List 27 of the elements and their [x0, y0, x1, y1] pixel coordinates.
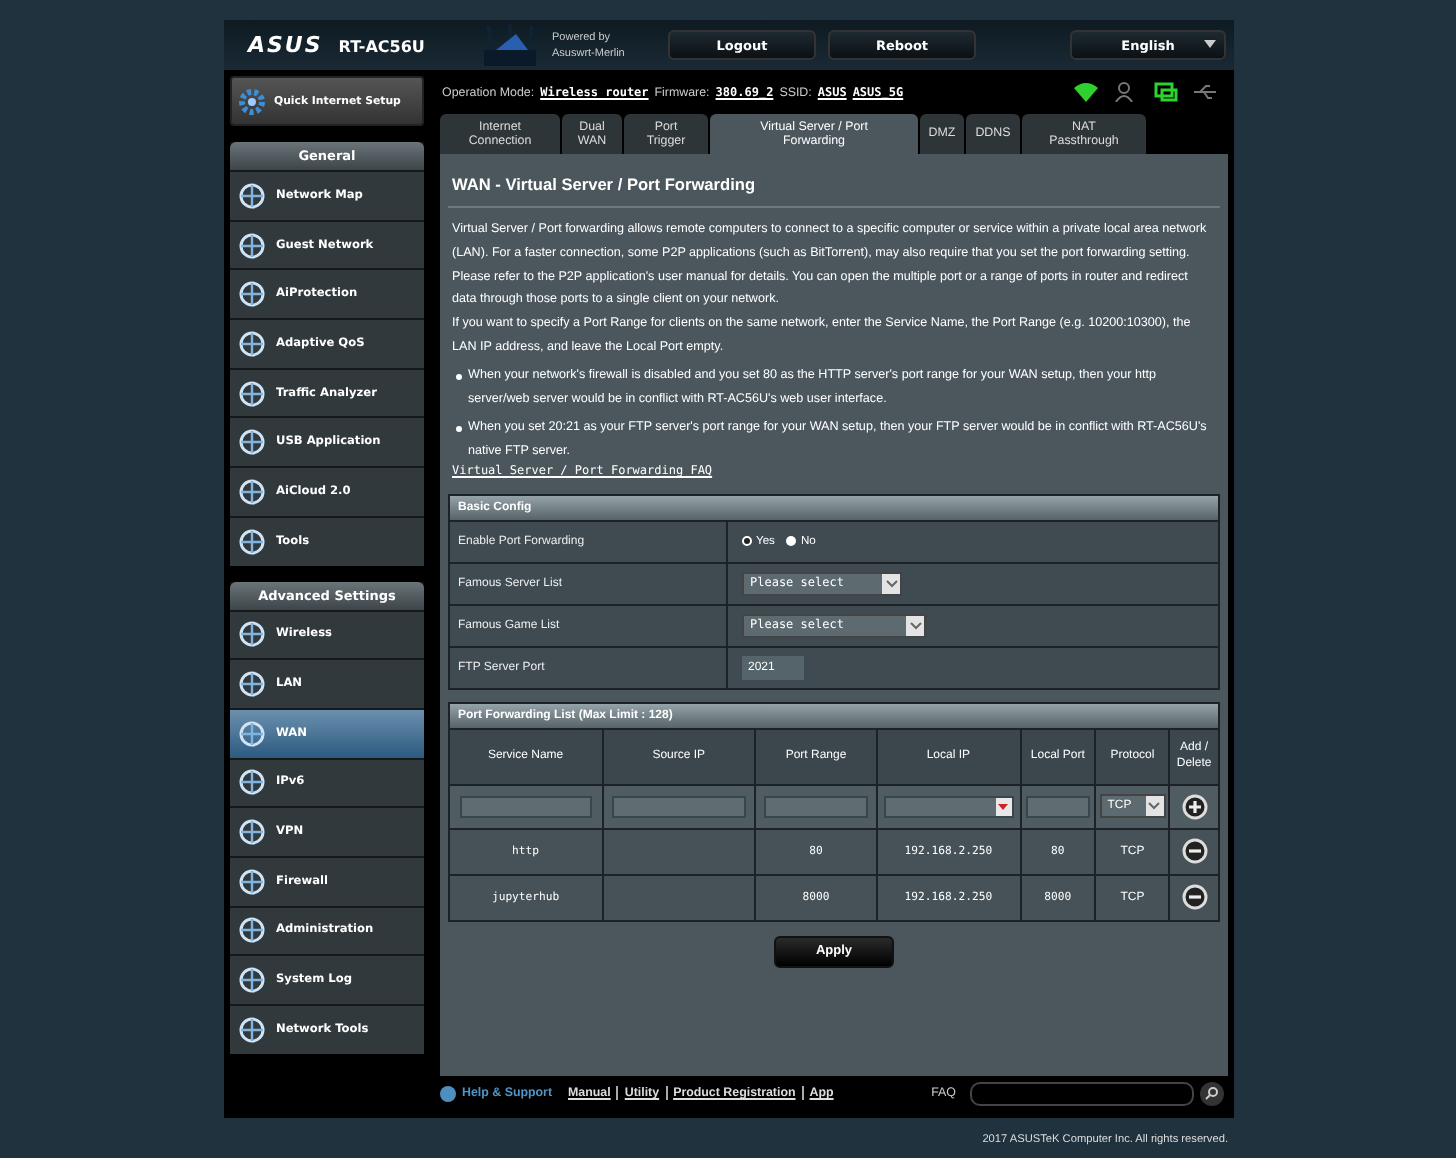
caret-icon [1204, 40, 1216, 48]
page-title: WAN - Virtual Server / Port Forwarding [450, 174, 758, 194]
port-range-input[interactable] [763, 795, 869, 818]
source-ip-input[interactable] [612, 795, 746, 818]
brand-logo: ASUS [248, 32, 323, 58]
model-name: RT-AC56U [338, 38, 425, 56]
local-ip-dropdown[interactable] [883, 795, 1014, 818]
router-icon [480, 21, 540, 69]
delete-icon[interactable] [1181, 884, 1208, 911]
usb-icon[interactable] [1194, 82, 1218, 102]
chevron-down-icon [1145, 796, 1164, 817]
bullet-icon [456, 373, 462, 380]
chevron-down-icon [882, 573, 900, 594]
service-name-input[interactable] [459, 795, 593, 818]
chevron-down-icon [906, 615, 924, 636]
globe-icon [238, 719, 266, 748]
faq-search-field[interactable] [970, 1081, 1194, 1105]
users-icon[interactable] [1114, 82, 1138, 102]
delete-icon[interactable] [1181, 838, 1208, 865]
help-icon [440, 1085, 456, 1101]
search-icon[interactable] [1200, 1081, 1224, 1105]
local-port-input[interactable] [1025, 795, 1091, 818]
globe-icon [238, 768, 266, 797]
bullet-icon [456, 426, 462, 433]
globe-icon [238, 231, 266, 260]
caret-icon [995, 797, 1012, 816]
add-icon[interactable] [1181, 793, 1208, 820]
